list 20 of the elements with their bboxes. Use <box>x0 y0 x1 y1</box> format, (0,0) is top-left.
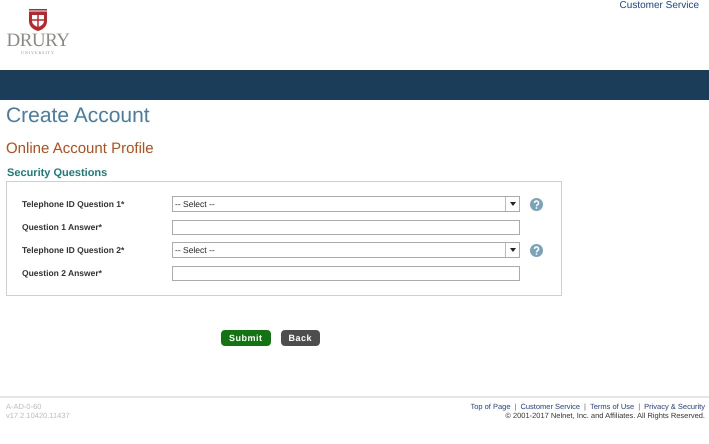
caret-icon <box>510 202 516 206</box>
section-title: Online Account Profile <box>6 140 155 157</box>
logo-wordmark: DRURY <box>6 32 70 50</box>
field-label: Question 2 Answer* <box>22 268 103 278</box>
page-title: Create Account <box>6 104 151 128</box>
shield-logo-icon <box>28 8 48 32</box>
question-select[interactable]: -- Select -- <box>172 196 520 212</box>
field-label: Telephone ID Question 1* <box>22 199 126 209</box>
answer-field[interactable] <box>172 220 520 234</box>
field-label: Question 1 Answer* <box>22 222 103 232</box>
answer-field[interactable] <box>172 266 520 280</box>
back-button[interactable]: Back <box>280 330 320 346</box>
help-icon[interactable] <box>530 198 543 210</box>
customer-service-link[interactable]: Customer Service <box>620 0 699 11</box>
question-select[interactable]: -- Select -- <box>172 242 520 258</box>
field-label: Telephone ID Question 2* <box>22 245 126 255</box>
caret-icon <box>510 248 516 252</box>
fieldset-legend: Security Questions <box>7 167 108 179</box>
submit-button[interactable]: Submit <box>221 330 270 346</box>
help-icon[interactable] <box>530 244 543 256</box>
